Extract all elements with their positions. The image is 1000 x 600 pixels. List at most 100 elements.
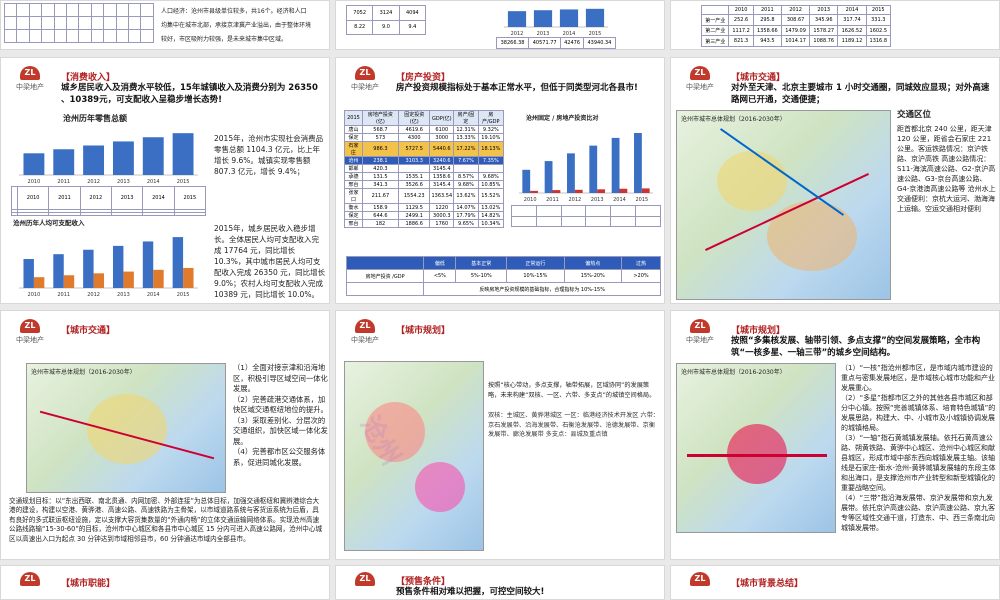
slide-planning-2[interactable]: ZL 中梁地产 【城市规划】 按照“多集核发展、轴带引领、多点支撑”的空间发展策略… — [670, 310, 1000, 560]
row-label: 第一产业 — [700, 14, 730, 26]
traffic-map[interactable]: 沧州市城市总体规划（2016-2030年） — [676, 110, 891, 300]
economy-line-3: 较好，市区吸附力较强，是未来城市集中区域。 — [161, 36, 288, 43]
table-cell: 252.6 — [728, 14, 754, 26]
row-label: 第三产业 — [700, 35, 730, 47]
traffic-plan-map[interactable]: 沧州市城市总体规划（2016-2030年） — [26, 363, 226, 493]
table-cell: 9.68% — [453, 180, 479, 189]
year-header: 2010 — [728, 4, 754, 16]
table-cell: 211.67 — [361, 188, 399, 204]
table-cell: 420.3 — [361, 164, 399, 173]
table-header: GDP(亿) — [429, 110, 455, 126]
traffic-goal-paragraph: 交通规划目标：以“东出西联、南北贯通、内网加密、外部连接”为总体目标，加强交通枢… — [9, 497, 323, 543]
logo-text: 中梁地产 — [16, 83, 44, 91]
bar — [641, 188, 650, 193]
x-tick-label: 2012 — [87, 179, 100, 185]
scale-note: 反映房地产投资规模的基础指标，合理指标为 10%-15% — [423, 282, 661, 296]
slide-title: 房产投资规模指标处于基本正常水平，但低于同类型河北各县市! — [396, 83, 638, 93]
bar — [507, 11, 527, 27]
planning-map[interactable] — [344, 361, 484, 551]
slide-city-summary[interactable]: ZL 【城市背景总结】 — [670, 565, 1000, 600]
logo-mark: ZL — [20, 572, 40, 586]
bar — [585, 8, 605, 27]
table-row: 沧州 238.1 3103.3 3240.6 7.67% 7.35% — [344, 156, 505, 165]
table-cell: 沧州 — [344, 156, 363, 165]
bar — [153, 269, 164, 288]
gdp-mini-table: 7052 3124 4094 8.22 9.0 9.4 — [345, 5, 427, 35]
table-cell: 12.31% — [453, 125, 479, 134]
map-title: 沧州市城市总体规划（2016-2030年） — [681, 369, 786, 376]
bar — [619, 188, 628, 193]
slide-top-mid[interactable]: 7052 3124 4094 8.22 9.0 9.4 2012 2013 2014 2015… — [335, 0, 665, 50]
bar — [567, 153, 575, 193]
slide-planning-1[interactable]: ZL 中梁地产 【城市规划】 沧州 按照“核心带动，多点支撑，轴带拓展，区域协同”… — [335, 310, 665, 560]
bar — [597, 189, 605, 193]
logo-text: 中梁地产 — [686, 336, 714, 344]
table-cell: 308.67 — [780, 14, 811, 26]
table-cell: 2499.1 — [397, 211, 431, 220]
company-logo: ZL — [342, 572, 388, 599]
logo-mark: ZL — [20, 319, 40, 333]
table-cell: 1554.23 — [397, 188, 431, 204]
year-header: 2011 — [752, 4, 782, 16]
table-cell: 10.85% — [477, 180, 505, 189]
logo-mark: ZL — [690, 572, 710, 586]
table-cell: 4619.6 — [397, 125, 431, 134]
table-row: 邢台 182 1886.6 1760 9.65% 10.34% — [344, 219, 505, 228]
investment-bar-chart: 2010 2011 2012 2013 2014 2015 — [519, 133, 653, 203]
retail-bar-chart: 2010 2011 2012 2013 2014 2015 — [19, 133, 198, 185]
map-title: 沧州市城市总体规划（2016-2030年） — [31, 369, 136, 376]
x-tick-label: 2015 — [177, 292, 190, 298]
slide-consumption[interactable]: ZL 中梁地产 【消费收入】 城乡居民收入及消费水平较低，15年城镇收入及消费分别… — [0, 57, 330, 304]
slide-title: 预售条件相对难以把握，可控空间较大! — [396, 587, 545, 597]
bar — [93, 273, 105, 288]
table-cell: 1358.6 — [429, 172, 455, 181]
slide-grid: 人口经济：沧州市县级单位较多，共16个。经济和人口 均集中在城市北部，承接京津冀… — [0, 0, 1000, 600]
bar — [33, 277, 45, 288]
planning-intro: 按照“核心带动，多点支撑，轴带拓展，区域协同”的发展策略，未来构建“双核、一区、… — [488, 382, 656, 399]
table-cell: 1479.09 — [780, 24, 811, 37]
income-bar-chart: 2010 2011 2012 2013 2014 2015 — [19, 237, 198, 298]
bar — [574, 189, 583, 193]
table-cell: 5440.6 — [429, 141, 455, 157]
slide-presale[interactable]: ZL 【预售条件】 预售条件相对难以把握，可控空间较大! — [335, 565, 665, 600]
table-cell: 唐山 — [344, 125, 363, 134]
table-cell: 15.52% — [477, 188, 505, 204]
table-cell: 1220 — [429, 203, 455, 212]
x-tick-label: 2014 — [147, 179, 160, 185]
list-item: （1）全面对接京津和沿海地区，积极引导区域空间一体化发展。 — [233, 363, 328, 393]
slide-traffic-1[interactable]: ZL 中梁地产 【城市交通】 对外至天津、北京主要城市 1 小时交通圈，同城效应显… — [670, 57, 1000, 304]
slide-top-left[interactable]: 人口经济：沧州市县级单位较多，共16个。经济和人口 均集中在城市北部，承接京津冀… — [0, 0, 330, 50]
slide-traffic-2[interactable]: ZL 中梁地产 【城市交通】 沧州市城市总体规划（2016-2030年） （1）全… — [0, 310, 330, 560]
bar — [589, 145, 598, 193]
x-tick-label: 2012 — [87, 292, 100, 298]
slide-city-function[interactable]: ZL 【城市职能】 — [0, 565, 330, 600]
table-cell: 158.9 — [361, 203, 399, 212]
bar — [172, 133, 194, 175]
x-tick-label: 2014 — [147, 292, 160, 298]
logo-mark: ZL — [690, 66, 710, 80]
row-label: 第二产业 — [700, 24, 730, 37]
map-zone — [415, 462, 465, 512]
bar — [112, 245, 124, 288]
year-cell: 2013 — [110, 186, 144, 210]
table-cell: 182 — [361, 219, 399, 228]
table-cell: 石家庄 — [344, 141, 363, 157]
table-cell: 644.6 — [361, 211, 399, 220]
bar — [23, 153, 45, 175]
table-cell: 13.33% — [453, 133, 479, 142]
table-header: 房产/GDP — [477, 110, 505, 126]
retail-paragraph: 2015年，沧州市实现社会消费品零售总额 1104.3 亿元，比上年增长 9.6… — [214, 134, 324, 176]
table-cell: 3000 — [429, 133, 455, 142]
bar — [533, 10, 553, 27]
table-cell: 19.10% — [477, 133, 505, 142]
slide-realestate[interactable]: ZL 中梁地产 【房产投资】 房产投资规模指标处于基本正常水平，但低于同类型河北各… — [335, 57, 665, 304]
planning-structure-map[interactable]: 沧州市城市总体规划（2016-2030年） — [676, 363, 836, 533]
slide-top-right[interactable]: 2010 2011 2012 2013 2014 2015 第一产业 252.6 295.8 3… — [670, 0, 1000, 50]
table-cell: 4300 — [397, 133, 431, 142]
table-cell: 1358.66 — [752, 24, 782, 37]
logo-text: 中梁地产 — [686, 83, 714, 91]
bar — [522, 169, 531, 193]
economy-line-2: 均集中在城市北部，承接京津冀产业溢出，由于整体环境 — [161, 22, 312, 29]
x-tick-label: 2011 — [57, 179, 70, 185]
table-cell: 295.8 — [752, 14, 782, 26]
